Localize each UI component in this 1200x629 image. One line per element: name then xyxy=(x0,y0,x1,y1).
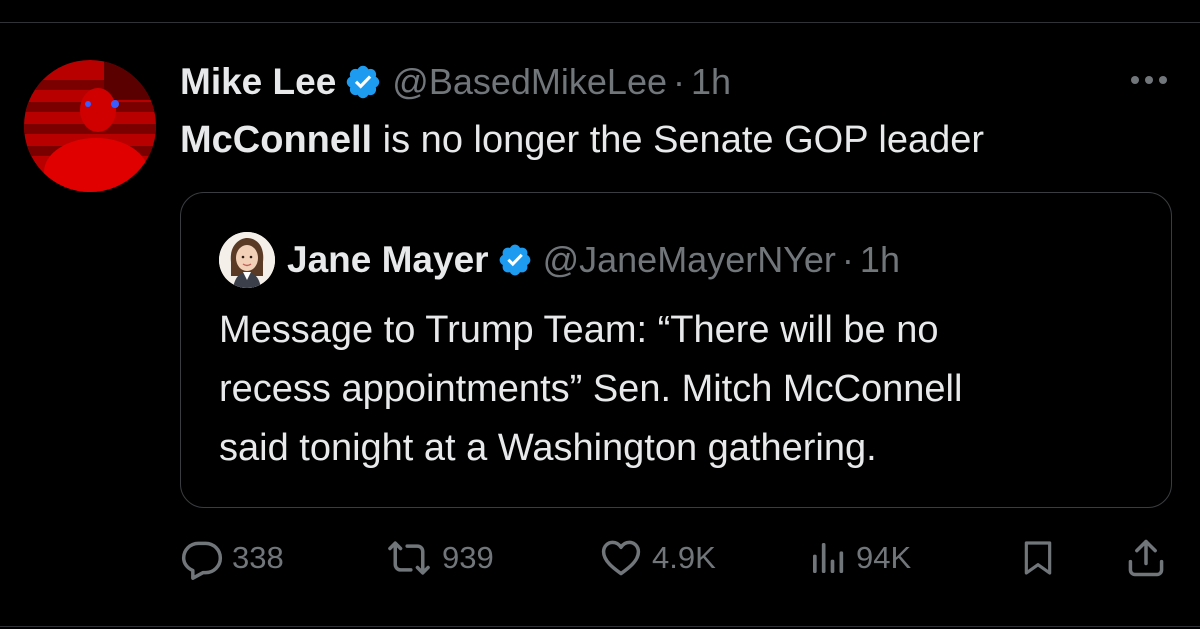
tweet-text-bold: McConnell xyxy=(180,119,373,161)
repost-count: 939 xyxy=(442,540,494,575)
views-button[interactable]: 94K xyxy=(808,530,911,586)
author-avatar-image xyxy=(24,60,156,192)
like-button[interactable]: 4.9K xyxy=(598,530,716,586)
quoted-author-name[interactable]: Jane Mayer xyxy=(287,239,489,281)
tweet-text-rest: is no longer the Senate GOP leader xyxy=(372,119,985,161)
tweet-timestamp[interactable]: 1h xyxy=(691,61,731,103)
repost-icon xyxy=(384,536,434,580)
author-name[interactable]: Mike Lee xyxy=(180,61,336,103)
quoted-tweet-timestamp[interactable]: 1h xyxy=(860,239,900,281)
quoted-tweet-line: said tonight at a Washington gathering. xyxy=(219,427,877,469)
header-separator: · xyxy=(673,61,685,102)
share-button[interactable] xyxy=(1124,530,1168,586)
quoted-author-handle[interactable]: @JaneMayerNYer xyxy=(543,239,836,281)
reply-button[interactable]: 338 xyxy=(180,530,284,586)
quoted-header-separator: · xyxy=(841,239,854,280)
reply-count: 338 xyxy=(232,540,284,575)
top-divider xyxy=(0,22,1200,23)
heart-icon xyxy=(598,536,644,580)
tweet-action-bar: 338 939 4.9K 94K xyxy=(180,530,1180,586)
quoted-tweet-text: Message to Trump Team: “There will be no… xyxy=(219,301,1139,478)
more-horizontal-icon[interactable] xyxy=(1124,62,1174,98)
quoted-tweet-card[interactable]: Jane Mayer @JaneMayerNYer · 1h Message t… xyxy=(180,192,1172,508)
quoted-author-avatar-image xyxy=(219,232,275,288)
quoted-tweet-header: Jane Mayer @JaneMayerNYer · 1h xyxy=(219,231,900,289)
verified-badge-icon xyxy=(344,63,382,101)
quoted-verified-badge-icon xyxy=(497,242,533,278)
quoted-author-avatar xyxy=(219,232,275,288)
tweet-text: McConnell is no longer the Senate GOP le… xyxy=(180,114,984,166)
reply-icon xyxy=(180,536,224,580)
author-handle[interactable]: @BasedMikeLee xyxy=(392,61,667,103)
quoted-tweet-line: Message to Trump Team: “There will be no xyxy=(219,309,939,351)
author-avatar[interactable] xyxy=(24,60,156,192)
tweet-header: Mike Lee @BasedMikeLee · 1h xyxy=(180,58,731,106)
bookmark-icon xyxy=(1018,536,1058,580)
quoted-tweet-line: recess appointments” Sen. Mitch McConnel… xyxy=(219,368,963,410)
views-count: 94K xyxy=(856,540,912,575)
share-icon xyxy=(1124,536,1168,580)
bookmark-button[interactable] xyxy=(1018,530,1058,586)
views-bar-chart-icon xyxy=(808,536,848,580)
bottom-divider xyxy=(0,626,1200,627)
repost-button[interactable]: 939 xyxy=(384,530,494,586)
like-count: 4.9K xyxy=(652,540,716,575)
